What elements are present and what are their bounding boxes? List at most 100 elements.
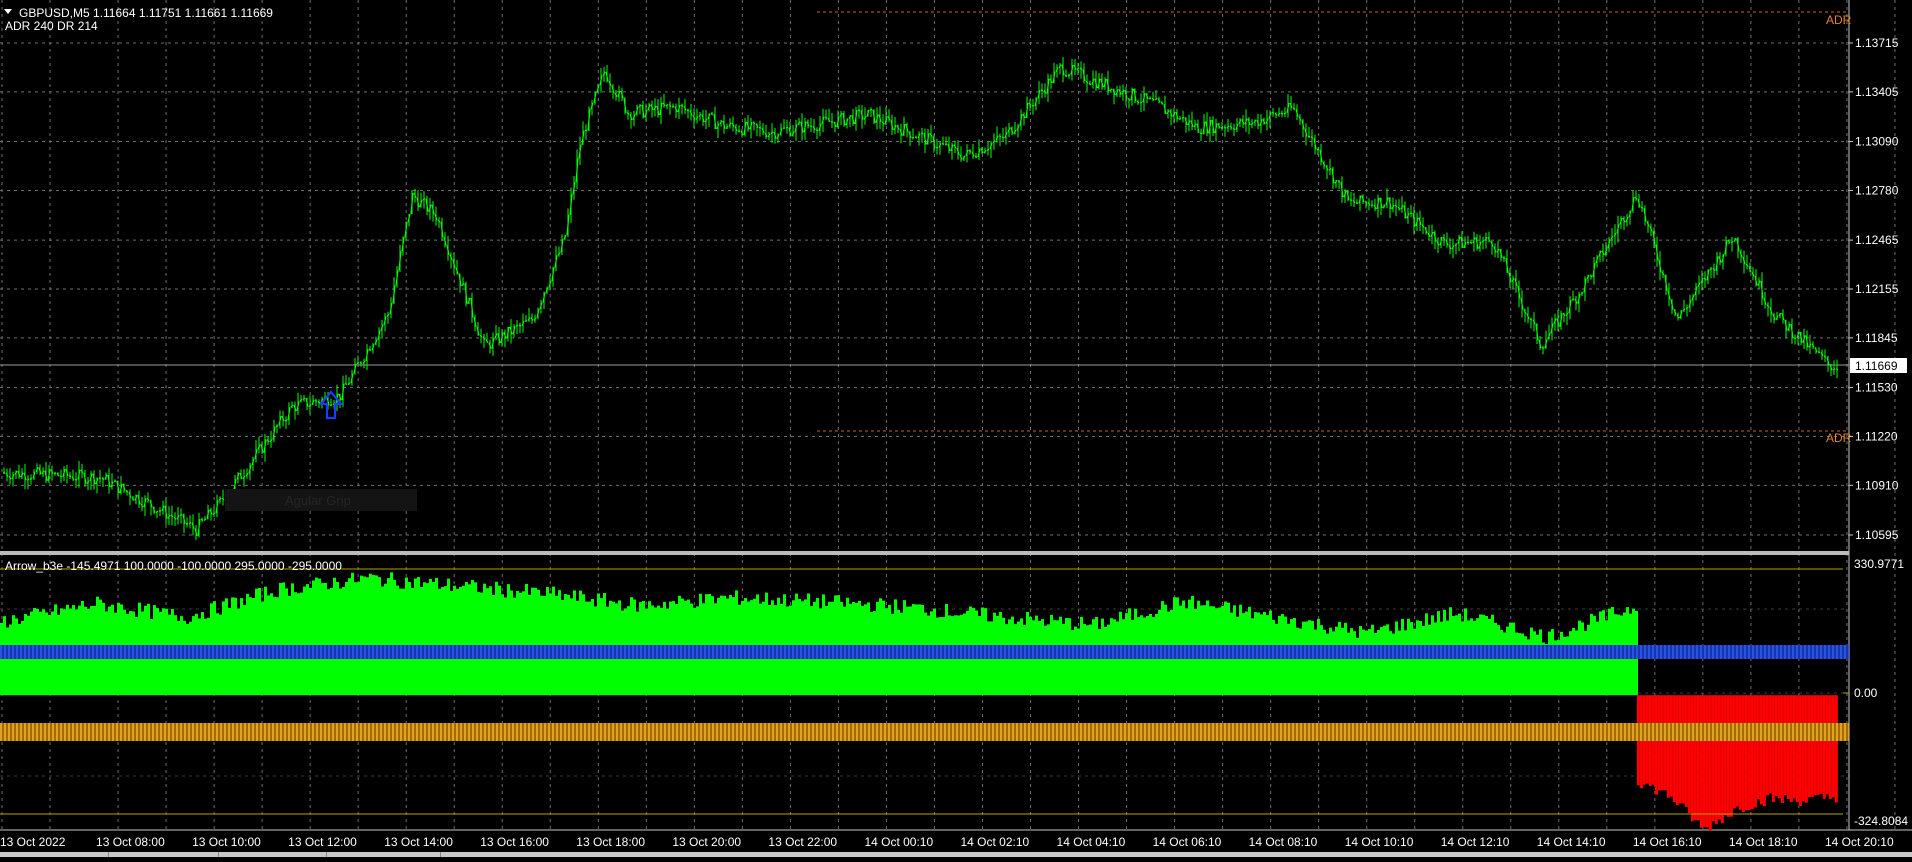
histogram-bar-positive [255, 589, 258, 695]
histogram-bar-positive [393, 580, 396, 695]
histogram-bar-positive [309, 588, 312, 695]
orange-level-band [0, 723, 1849, 741]
histogram-bar-negative [1640, 695, 1643, 788]
histogram-bar-positive [1536, 635, 1539, 695]
histogram-bar-positive [1569, 631, 1572, 695]
adr-info: ADR 240 DR 214 [5, 19, 98, 33]
histogram-bar-positive [417, 577, 420, 695]
price-tick-label: 1.13405 [1855, 85, 1899, 99]
histogram-bar-positive [348, 578, 351, 695]
indicator-axis-zero: 0.00 [1854, 686, 1878, 700]
histogram-bar-positive [528, 595, 531, 695]
histogram-bar-positive [345, 582, 348, 695]
histogram-bar-positive [405, 578, 408, 696]
histogram-bar-positive [420, 587, 423, 695]
price-tick-label: 1.13090 [1855, 135, 1899, 149]
histogram-bar-positive [6, 628, 9, 696]
histogram-bar-negative [1829, 695, 1832, 799]
histogram-bar-negative [1673, 695, 1676, 802]
histogram-bar-negative [1664, 695, 1667, 790]
histogram-bar-negative [1730, 695, 1733, 817]
histogram-bar-negative [1796, 695, 1799, 802]
time-tick-label: 13 Oct 18:00 [576, 835, 645, 849]
histogram-bar-positive [402, 589, 405, 695]
histogram-bar-negative [1784, 695, 1787, 795]
histogram-bar-positive [285, 588, 288, 695]
histogram-bar-positive [1404, 630, 1407, 695]
histogram-bar-negative [1754, 695, 1757, 807]
histogram-bar-positive [327, 589, 330, 695]
price-tick-label: 1.13715 [1855, 36, 1899, 50]
histogram-bar-negative [1682, 695, 1685, 803]
histogram-bar-positive [489, 586, 492, 695]
histogram-bar-positive [324, 583, 327, 695]
histogram-bar-positive [1389, 631, 1392, 695]
histogram-bar-positive [342, 587, 345, 695]
histogram-bar-positive [1287, 624, 1290, 695]
histogram-bar-positive [1296, 628, 1299, 695]
histogram-bar-negative [1766, 695, 1769, 795]
histogram-bar-positive [339, 588, 342, 695]
histogram-bar-positive [423, 582, 426, 695]
histogram-bar-positive [1332, 631, 1335, 695]
histogram-bar-negative [1706, 695, 1709, 827]
histogram-bar-positive [525, 584, 528, 695]
chart-window[interactable]: ADR ADR Agular Grip [0, 0, 1912, 857]
histogram-bar-positive [1494, 623, 1497, 695]
indicator-axis-top: 330.9771 [1854, 557, 1904, 571]
histogram-bar-positive [1362, 630, 1365, 696]
histogram-bar-positive [372, 575, 375, 695]
time-tick-label: 13 Oct 08:00 [96, 835, 165, 849]
histogram-bar-positive [501, 594, 504, 695]
histogram-bar-positive [795, 594, 798, 696]
price-tick-label: 1.12780 [1855, 183, 1899, 197]
histogram-bar-negative [1742, 695, 1745, 812]
histogram-bar-negative [1745, 695, 1748, 810]
histogram-bar-positive [468, 584, 471, 695]
histogram-bar-negative [1820, 695, 1823, 794]
histogram-bar-positive [291, 583, 294, 695]
histogram-bar-negative [1799, 695, 1802, 806]
histogram-bar-positive [1377, 630, 1380, 695]
histogram-bar-negative [1805, 695, 1808, 803]
time-tick-label: 14 Oct 20:10 [1825, 835, 1894, 849]
histogram-bar-positive [1326, 634, 1329, 696]
tab-divider [108, 852, 109, 857]
histogram-bar-positive [735, 590, 738, 695]
histogram-bar-negative [1709, 695, 1712, 831]
indicator-title: Arrow_b3e -145.4971 100.0000 -100.0000 2… [5, 559, 342, 573]
histogram-bar-positive [1314, 630, 1317, 696]
histogram-bar-positive [483, 584, 486, 696]
histogram-bar-positive [447, 579, 450, 696]
histogram-bar-positive [1107, 625, 1110, 696]
histogram-bar-negative [1802, 695, 1805, 801]
histogram-bar-negative [1832, 695, 1835, 797]
histogram-bar-positive [573, 590, 576, 695]
histogram-bar-positive [351, 573, 354, 695]
blue-level-band [0, 645, 1849, 659]
histogram-bar-positive [411, 588, 414, 695]
histogram-bar-positive [1521, 633, 1524, 695]
histogram-bar-negative [1661, 695, 1664, 790]
histogram-bar-positive [384, 584, 387, 695]
histogram-bar-negative [1778, 695, 1781, 798]
histogram-bar-positive [408, 582, 411, 695]
histogram-bar-positive [1353, 631, 1356, 695]
histogram-bar-positive [519, 593, 522, 695]
histogram-bar-negative [1772, 695, 1775, 802]
time-tick-label: 14 Oct 12:10 [1441, 835, 1510, 849]
histogram-bar-positive [552, 587, 555, 696]
histogram-bar-positive [1503, 632, 1506, 695]
chart-canvas[interactable]: ADR ADR Agular Grip [0, 0, 1912, 857]
histogram-bar-negative [1826, 695, 1829, 794]
histogram-bar-positive [465, 582, 468, 695]
histogram-bar-positive [381, 586, 384, 695]
faded-overlay-label: Agular Grip [285, 493, 351, 508]
histogram-bar-negative [1721, 695, 1724, 823]
histogram-bar-negative [1760, 695, 1763, 804]
histogram-bar-positive [756, 594, 759, 695]
histogram-bar-negative [1718, 695, 1721, 819]
histogram-bar-positive [1071, 630, 1074, 695]
histogram-bar-negative [1775, 695, 1778, 796]
histogram-bar-negative [1814, 695, 1817, 795]
